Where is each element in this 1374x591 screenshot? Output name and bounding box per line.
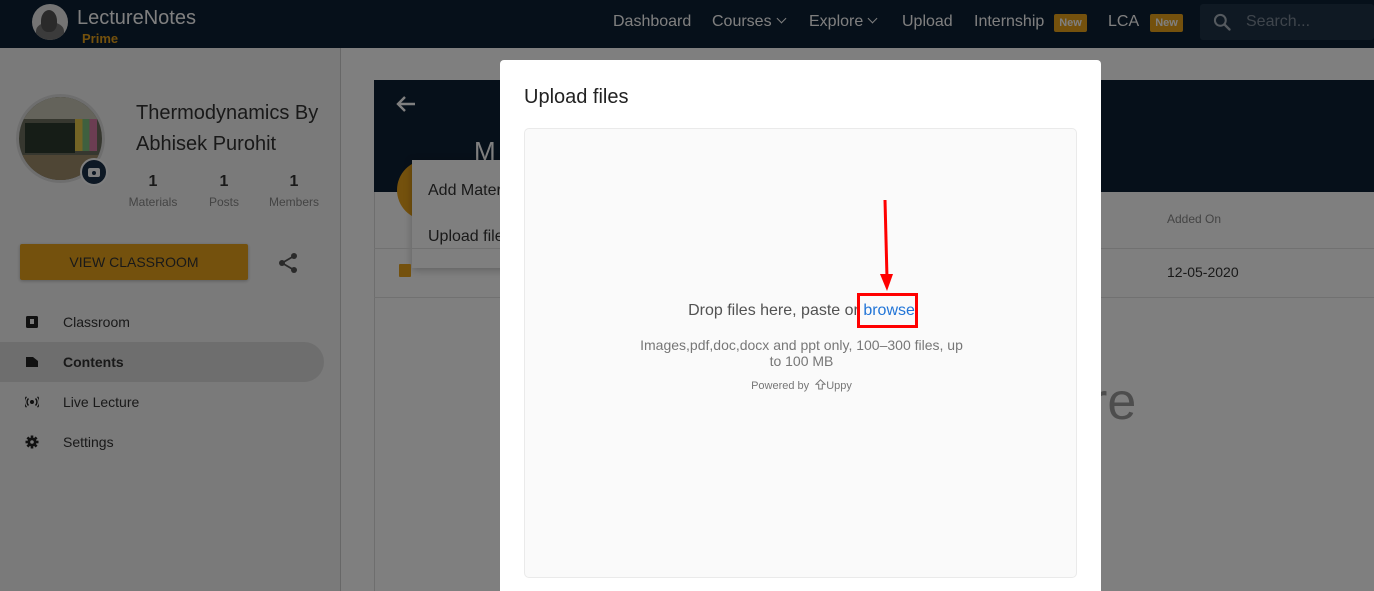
- uppy-icon: [815, 379, 827, 390]
- file-dropzone[interactable]: Drop files here, paste or browse Images,…: [524, 128, 1077, 578]
- drop-text: Drop files here, paste or: [688, 302, 864, 319]
- powered-by-label: Powered by: [751, 380, 810, 392]
- upload-modal: Upload files Drop files here, paste or b…: [500, 60, 1101, 591]
- uppy-label: Uppy: [826, 380, 852, 392]
- powered-by: Powered by Uppy: [525, 379, 1078, 392]
- drop-instructions: Drop files here, paste or browse: [525, 302, 1078, 320]
- annotation-highlight: [857, 293, 918, 328]
- annotation-arrow-icon: [880, 199, 893, 291]
- modal-title: Upload files: [524, 86, 629, 108]
- file-type-hint: Images,pdf,doc,docx and ppt only, 100–30…: [640, 337, 963, 369]
